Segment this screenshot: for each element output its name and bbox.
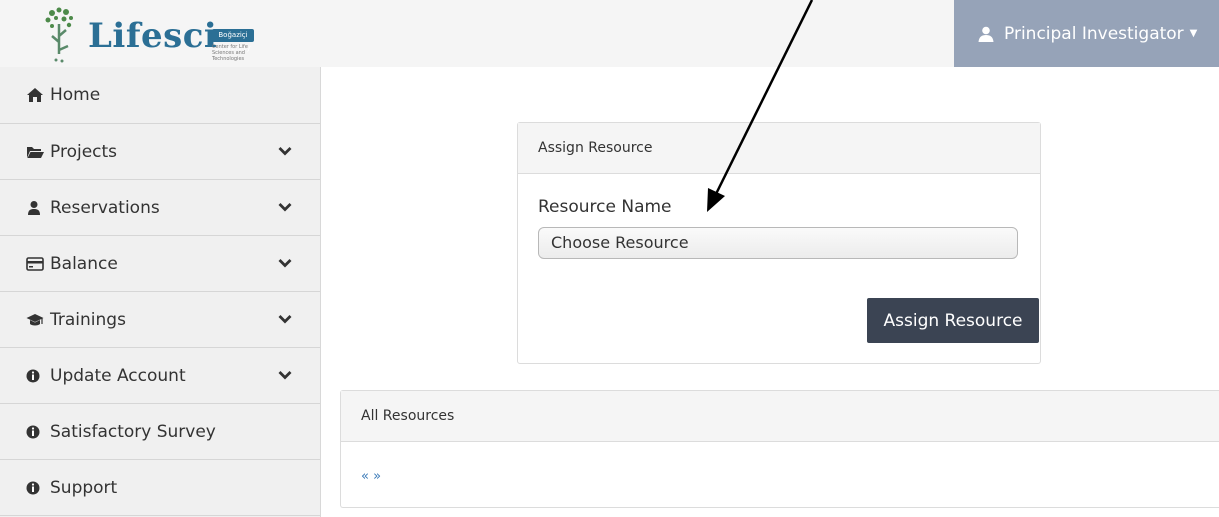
- sidebar-item-label: Home: [50, 85, 101, 105]
- chevron-down-icon: [278, 203, 292, 212]
- all-resources-panel-title: All Resources: [341, 391, 1219, 442]
- sidebar-item-label: Support: [50, 477, 118, 498]
- sidebar-item-update-account[interactable]: Update Account: [0, 348, 320, 404]
- pagination-links[interactable]: « »: [361, 469, 381, 484]
- assign-resource-panel: Assign Resource Resource Name Choose Res…: [517, 122, 1041, 364]
- sidebar-item-reservations[interactable]: Reservations: [0, 180, 320, 236]
- assign-resource-panel-title: Assign Resource: [518, 123, 1040, 174]
- resource-select[interactable]: Choose Resource: [538, 227, 1018, 259]
- info-circle-icon: [26, 425, 40, 438]
- chevron-down-icon: [278, 371, 292, 380]
- home-icon: [27, 88, 43, 102]
- chevron-down-icon: [278, 315, 292, 324]
- assign-resource-button[interactable]: Assign Resource: [867, 298, 1039, 343]
- chevron-down-icon: [278, 147, 292, 156]
- resource-name-label: Resource Name: [538, 197, 672, 217]
- all-resources-panel: All Resources « »: [340, 390, 1219, 508]
- sidebar-item-label: Satisfactory Survey: [50, 421, 216, 442]
- logo-subtext: Center for Life Sciences and Technologie…: [212, 44, 248, 62]
- sidebar-item-label: Update Account: [50, 365, 186, 386]
- logo-badge: Boğaziçi University: [212, 29, 254, 52]
- sidebar-item-satisfactory-survey[interactable]: Satisfactory Survey: [0, 404, 320, 460]
- graduation-cap-icon: [26, 313, 44, 325]
- sidebar-item-balance[interactable]: Balance: [0, 236, 320, 292]
- sidebar-item-label: Reservations: [50, 197, 160, 218]
- lifesci-logo[interactable]: Lifesci Boğaziçi University Center for L…: [44, 6, 294, 64]
- sidebar-item-label: Balance: [50, 253, 118, 274]
- info-circle-icon: [26, 369, 40, 382]
- sidebar-item-support[interactable]: Support: [0, 460, 320, 516]
- main-content: Assign Resource Resource Name Choose Res…: [321, 67, 1219, 517]
- chevron-down-icon: [278, 259, 292, 268]
- sidebar-item-home[interactable]: Home: [0, 67, 320, 124]
- sidebar: Home Projects Reservations Balance Train…: [0, 67, 321, 517]
- user-icon: [978, 26, 994, 42]
- caret-down-icon: ▼: [1189, 28, 1198, 39]
- logo-text: Lifesci: [88, 16, 218, 56]
- user-menu-label: Principal Investigator: [1004, 23, 1184, 44]
- top-bar: Lifesci Boğaziçi University Center for L…: [0, 0, 1219, 67]
- info-circle-icon: [26, 481, 40, 494]
- user-icon: [28, 200, 40, 215]
- sidebar-item-label: Projects: [50, 141, 118, 162]
- user-menu-dropdown[interactable]: Principal Investigator ▼: [954, 0, 1219, 67]
- sidebar-item-label: Trainings: [50, 309, 126, 330]
- sidebar-item-trainings[interactable]: Trainings: [0, 292, 320, 348]
- sidebar-item-projects[interactable]: Projects: [0, 124, 320, 180]
- credit-card-icon: [26, 256, 44, 271]
- tree-logo-icon: [45, 7, 73, 63]
- folder-open-icon: [27, 146, 44, 158]
